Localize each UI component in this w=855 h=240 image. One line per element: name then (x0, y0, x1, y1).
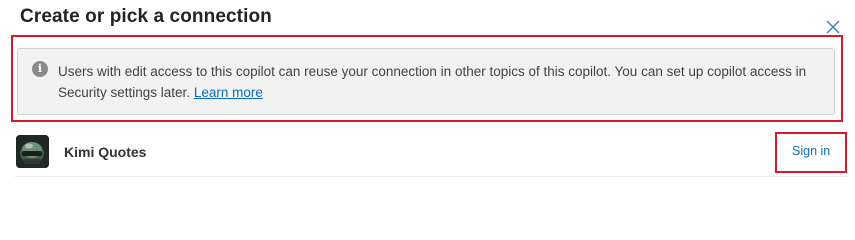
info-message-bar: i Users with edit access to this copilot… (17, 48, 835, 115)
info-message: Users with edit access to this copilot c… (58, 61, 822, 103)
connection-avatar (16, 135, 49, 168)
close-icon[interactable] (824, 18, 842, 36)
dialog-title: Create or pick a connection (20, 6, 272, 27)
connection-name: Kimi Quotes (64, 144, 147, 160)
info-message-text: Users with edit access to this copilot c… (58, 64, 807, 100)
connection-row: Kimi Quotes (15, 130, 847, 177)
info-icon: i (32, 61, 48, 77)
learn-more-link[interactable]: Learn more (194, 85, 263, 100)
sign-in-button[interactable]: Sign in (792, 144, 830, 158)
